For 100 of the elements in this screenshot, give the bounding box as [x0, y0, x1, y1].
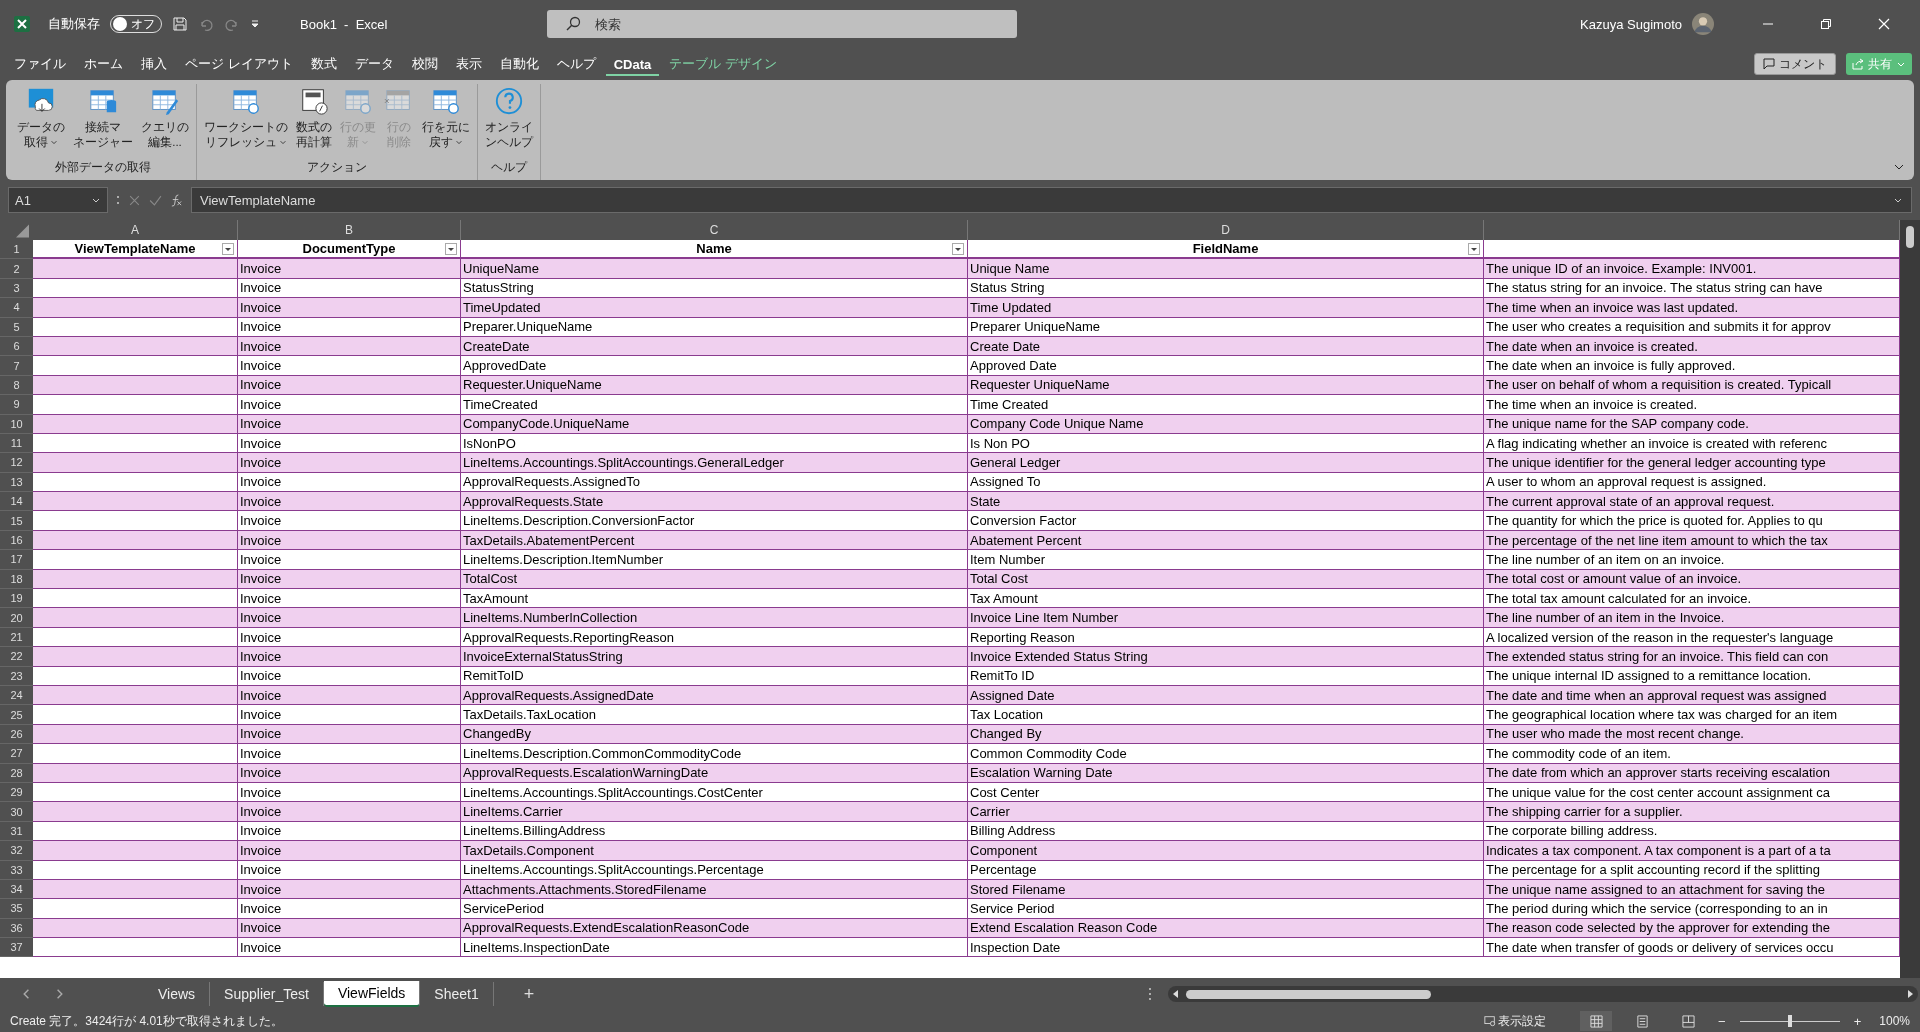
table-cell: TaxDetails.Component — [461, 841, 968, 861]
filter-dropdown-icon[interactable] — [445, 242, 457, 255]
row-header[interactable]: 17 — [0, 550, 33, 570]
table-cell: Indicates a tax component. A tax component is a part of a ta — [1484, 841, 1900, 861]
row-header[interactable]: 9 — [0, 395, 33, 415]
status-message: Create 完了。3424行が 4.01秒で取得されました。 — [10, 1012, 283, 1030]
horizontal-scrollbar[interactable] — [1168, 986, 1918, 1002]
row-header[interactable]: 15 — [0, 511, 33, 531]
table-cell: Percentage — [968, 860, 1484, 880]
customize-caret-icon[interactable] — [250, 19, 260, 29]
table-cell: Invoice — [238, 356, 461, 376]
zoom-out-button[interactable]: − — [1718, 1013, 1726, 1029]
row-header[interactable]: 1 — [0, 240, 33, 260]
group-label: 外部データの取得 — [54, 159, 152, 176]
sheet-tab[interactable]: Supplier_Test — [210, 982, 324, 1006]
row-header[interactable]: 37 — [0, 938, 33, 958]
row-header[interactable]: 7 — [0, 356, 33, 376]
zoom-in-button[interactable]: + — [1853, 1013, 1862, 1029]
row-header[interactable]: 20 — [0, 608, 33, 628]
ribbon-tab[interactable]: 挿入 — [133, 51, 175, 77]
ribbon-button[interactable]: オンライ ンヘルプ — [482, 84, 536, 157]
ribbon-button[interactable]: ワークシートの リフレッシュ — [201, 84, 291, 157]
close-icon[interactable] — [1878, 18, 1890, 30]
avatar-icon[interactable] — [1692, 13, 1714, 35]
excel-logo-icon — [12, 14, 32, 34]
table-cell: CompanyCode.UniqueName — [461, 414, 968, 434]
row-header[interactable]: 2 — [0, 259, 33, 279]
ribbon-tab[interactable]: 自動化 — [491, 51, 547, 77]
ribbon-tab[interactable]: テーブル デザイン — [661, 51, 785, 77]
ribbon-tab[interactable]: ファイル — [6, 51, 74, 77]
table-cell: Invoice — [238, 938, 461, 958]
ribbon-button[interactable]: 数式の 再計算 — [293, 84, 335, 157]
filter-dropdown-icon[interactable] — [952, 242, 964, 255]
ribbon-button[interactable]: 接続マ ネージャー — [70, 84, 136, 157]
ribbon-button[interactable]: 行を元に 戻す — [419, 84, 473, 157]
row-header[interactable]: 14 — [0, 492, 33, 512]
table-cell: The time when an invoice is created. — [1484, 395, 1900, 415]
table-cell: Inspection Date — [968, 938, 1484, 958]
vertical-scrollbar[interactable] — [1900, 220, 1920, 978]
table-cell: The date when an invoice is created. — [1484, 336, 1900, 357]
table-cell: Invoice — [238, 744, 461, 764]
ribbon-tab[interactable]: ヘルプ — [548, 51, 604, 77]
ribbon-tab[interactable]: 校閲 — [403, 51, 446, 77]
row-header[interactable]: 35 — [0, 899, 33, 919]
table-cell: Invoice Extended Status String — [968, 647, 1484, 667]
row-header[interactable]: 25 — [0, 705, 33, 725]
zoom-level[interactable]: 100% — [1879, 1014, 1910, 1028]
scroll-left-icon[interactable] — [1172, 990, 1180, 998]
ribbon-tab[interactable]: ページ レイアウト — [177, 51, 301, 77]
row-header[interactable]: 4 — [0, 298, 33, 318]
collapse-caret-icon[interactable] — [1894, 162, 1904, 172]
ribbon-button[interactable]: クエリの 編集... — [138, 84, 192, 157]
more-dots-icon[interactable] — [1148, 987, 1152, 1001]
column-header[interactable]: B — [238, 220, 461, 240]
table-cell: Requester UniqueName — [968, 375, 1484, 396]
column-header[interactable]: D — [968, 220, 1484, 240]
table-cell: Is Non PO — [968, 433, 1484, 454]
row-header[interactable]: 30 — [0, 802, 33, 822]
table-cell: TotalCost — [461, 569, 968, 590]
table-cell: Invoice — [238, 259, 461, 279]
table-cell: Invoice — [238, 802, 461, 822]
check-icon[interactable] — [149, 193, 162, 207]
filter-dropdown-icon[interactable] — [222, 242, 234, 255]
search-field[interactable]: 検索 — [547, 10, 1018, 38]
table-cell: InvoiceExternalStatusString — [461, 647, 968, 667]
row-header[interactable]: 22 — [0, 647, 33, 667]
table-cell: The status string for an invoice. The status string can have — [1484, 278, 1900, 299]
formula-field[interactable]: ViewTemplateName — [191, 187, 1912, 213]
ribbon-tab[interactable]: 表示 — [447, 51, 490, 77]
sheet-tab[interactable]: Sheet1 — [420, 982, 494, 1006]
sheet-tab[interactable]: ViewFields — [323, 981, 421, 1007]
table-cell: ApprovalRequests.ExtendEscalationReasonCode — [461, 918, 968, 939]
save-icon[interactable] — [172, 16, 188, 32]
row-header[interactable]: 12 — [0, 453, 33, 473]
comment-button[interactable]: コメント — [1754, 53, 1836, 75]
table-cell: The quantity for which the price is quoted for. Applies to qu — [1484, 511, 1900, 531]
table-cell: LineItems.Description.ConversionFactor — [461, 511, 968, 531]
display-settings-button[interactable]: 表示設定 — [1484, 1012, 1547, 1030]
function-icon[interactable] — [170, 193, 183, 207]
column-header[interactable]: A — [33, 220, 238, 240]
name-box[interactable]: A1 — [8, 187, 108, 213]
table-cell: The percentage of the net line item amount to which the tax — [1484, 530, 1900, 551]
ribbon-tab[interactable]: データ — [346, 51, 402, 77]
ribbon-tab[interactable]: ホーム — [76, 51, 131, 77]
table-cell: RemitTo ID — [968, 666, 1484, 686]
column-header[interactable]: C — [461, 220, 968, 240]
ribbon-button[interactable]: データの 取得 — [14, 84, 68, 157]
restore-icon[interactable] — [1820, 18, 1832, 30]
row-header[interactable]: 19 — [0, 589, 33, 609]
ribbon-tab[interactable]: CData — [605, 52, 660, 76]
ribbon-tab[interactable]: 数式 — [302, 51, 345, 77]
table-cell: Invoice — [238, 821, 461, 842]
filter-dropdown-icon[interactable] — [1468, 242, 1480, 255]
sheet-tab[interactable]: Views — [144, 982, 211, 1006]
row-header[interactable]: 32 — [0, 841, 33, 861]
normal-view-button[interactable] — [1580, 1011, 1613, 1031]
row-header[interactable]: 27 — [0, 744, 33, 764]
add-sheet-button[interactable]: + — [523, 983, 535, 1005]
scroll-right-icon[interactable] — [1906, 990, 1914, 998]
autosave-toggle[interactable]: オフ — [110, 15, 162, 33]
